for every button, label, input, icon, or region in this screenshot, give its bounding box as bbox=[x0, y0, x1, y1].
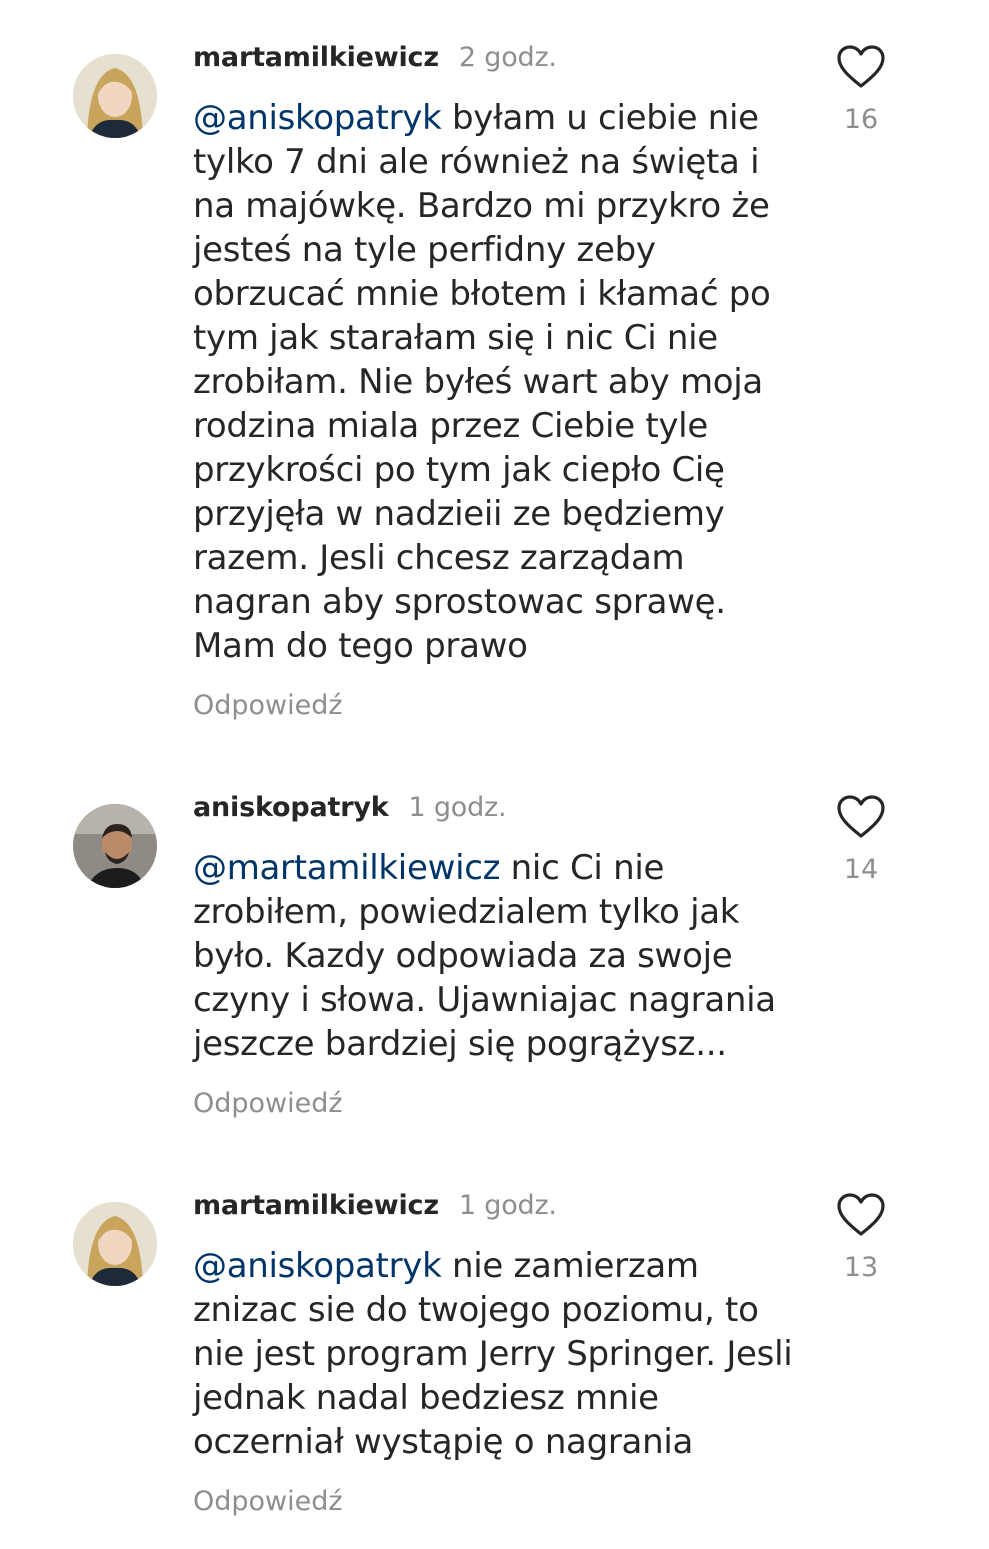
username-link[interactable]: martamilkiewicz bbox=[193, 1190, 439, 1221]
comment-body: @martamilkiewicz nic Ci nie zrobiłem, po… bbox=[193, 846, 793, 1066]
comment-time: 1 godz. bbox=[408, 792, 507, 823]
comment-time: 2 godz. bbox=[458, 42, 557, 73]
mention-link[interactable]: @aniskopatryk bbox=[193, 98, 442, 138]
heart-icon bbox=[837, 45, 885, 88]
reply-button[interactable]: Odpowiedź bbox=[193, 1086, 343, 1122]
mention-link[interactable]: @aniskopatryk bbox=[193, 1246, 442, 1286]
comment-time: 1 godz. bbox=[458, 1190, 557, 1221]
comment-header: martamilkiewicz 2 godz. bbox=[193, 40, 557, 76]
like-button[interactable] bbox=[836, 794, 886, 840]
comment-header: aniskopatryk 1 godz. bbox=[193, 790, 507, 826]
username-link[interactable]: martamilkiewicz bbox=[193, 42, 439, 73]
mention-link[interactable]: @martamilkiewicz bbox=[193, 848, 500, 888]
username-link[interactable]: aniskopatryk bbox=[193, 792, 389, 823]
like-button[interactable] bbox=[836, 44, 886, 90]
heart-icon bbox=[837, 1193, 885, 1236]
like-count: 16 bbox=[843, 104, 879, 135]
man-avatar-icon bbox=[73, 804, 157, 888]
woman-avatar-icon bbox=[73, 54, 157, 138]
woman-avatar-icon bbox=[73, 1202, 157, 1286]
avatar[interactable] bbox=[73, 1202, 157, 1286]
like-button[interactable] bbox=[836, 1192, 886, 1238]
comments-feed: martamilkiewicz 2 godz. @aniskopatryk był… bbox=[0, 0, 989, 1549]
comment-body: @aniskopatryk byłam u ciebie nie tylko 7… bbox=[193, 96, 793, 668]
avatar[interactable] bbox=[73, 804, 157, 888]
like-count: 14 bbox=[843, 854, 879, 885]
avatar[interactable] bbox=[73, 54, 157, 138]
reply-button[interactable]: Odpowiedź bbox=[193, 688, 343, 724]
comment-header: martamilkiewicz 1 godz. bbox=[193, 1188, 557, 1224]
reply-button[interactable]: Odpowiedź bbox=[193, 1484, 343, 1520]
comment-text: byłam u ciebie nie tylko 7 dni ale równi… bbox=[193, 98, 771, 666]
heart-icon bbox=[837, 795, 885, 838]
comment-body: @aniskopatryk nie zamierzam znizac sie d… bbox=[193, 1244, 793, 1464]
like-count: 13 bbox=[843, 1252, 879, 1283]
